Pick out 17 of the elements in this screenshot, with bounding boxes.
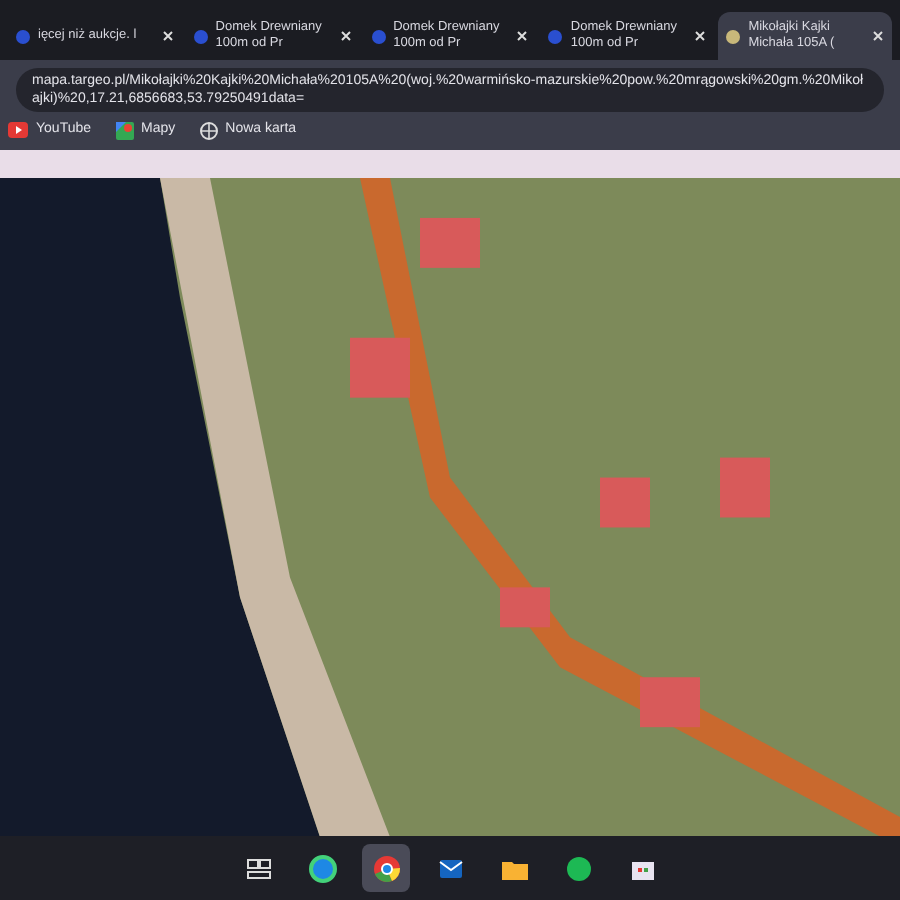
browser-circle-icon bbox=[369, 851, 403, 885]
favicon-icon bbox=[193, 29, 208, 43]
favicon-icon bbox=[548, 29, 563, 43]
map-pin-icon bbox=[115, 121, 134, 140]
favicon-icon bbox=[16, 29, 30, 43]
close-icon[interactable] bbox=[161, 30, 174, 42]
favicon-icon bbox=[371, 29, 386, 43]
close-icon[interactable] bbox=[339, 30, 352, 42]
close-icon[interactable] bbox=[871, 30, 884, 42]
youtube-icon bbox=[8, 122, 28, 139]
taskbar-button[interactable] bbox=[362, 844, 410, 892]
browser-swirl-icon bbox=[305, 851, 339, 885]
close-icon[interactable] bbox=[694, 30, 707, 42]
globe-icon bbox=[199, 121, 218, 140]
music-circle-icon bbox=[561, 851, 595, 885]
close-icon[interactable] bbox=[516, 30, 529, 42]
favicon-icon bbox=[726, 29, 741, 43]
